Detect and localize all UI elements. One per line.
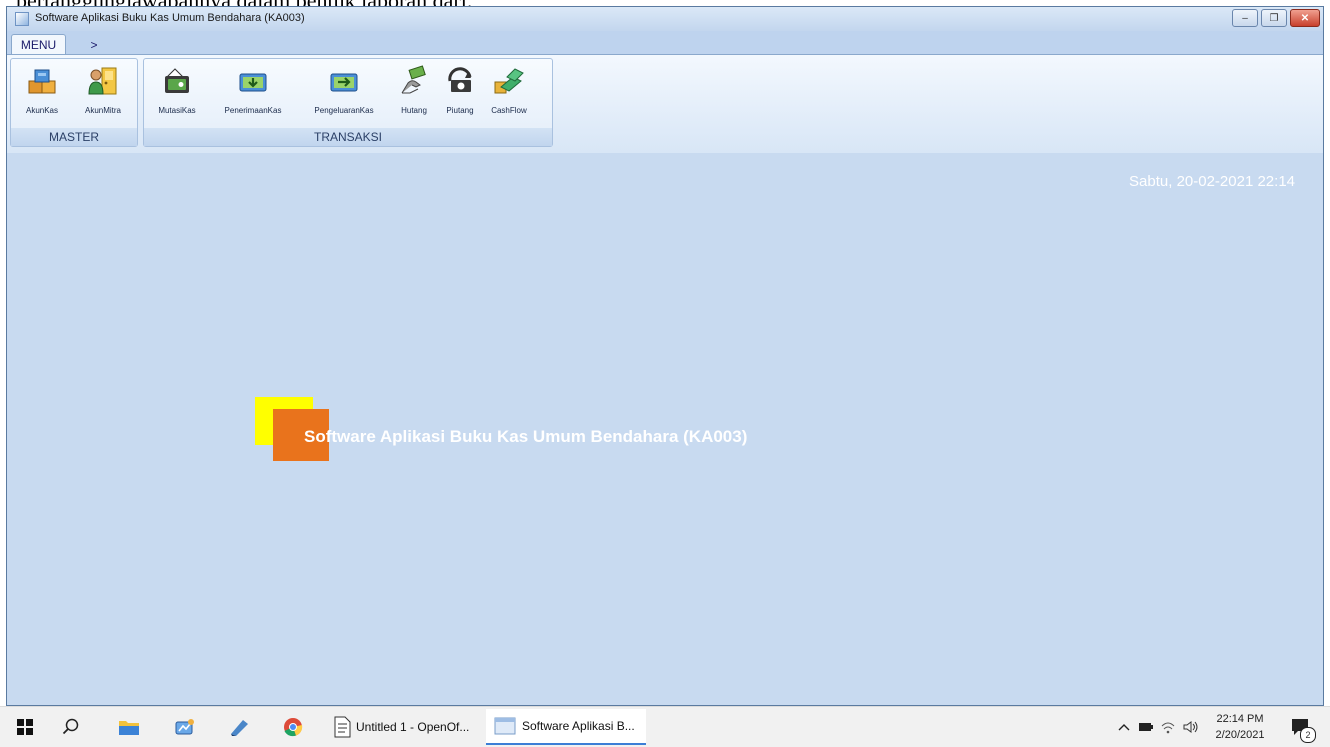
ribbon-group-label-master: MASTER xyxy=(11,128,137,146)
tab-more[interactable]: > xyxy=(79,34,109,55)
taskbar-app-openoffice[interactable]: Untitled 1 - OpenOf... xyxy=(330,709,480,745)
notification-center-button[interactable]: 2 xyxy=(1286,707,1316,747)
windows-logo-icon xyxy=(17,719,33,735)
ribbon-group-master: AkunKas AkunMitra MASTER xyxy=(10,58,138,147)
taskbar-app-buku-kas[interactable]: Software Aplikasi B... xyxy=(486,709,646,745)
folder-icon xyxy=(119,721,139,735)
start-button[interactable] xyxy=(8,707,42,747)
app-icon xyxy=(15,12,29,26)
taskbar-chrome[interactable] xyxy=(276,707,310,747)
wallet-icon xyxy=(165,68,189,93)
pengeluarankas-button[interactable]: PengeluaranKas xyxy=(299,63,389,127)
pengeluarankas-label: PengeluaranKas xyxy=(314,106,374,115)
taskbar-file-explorer[interactable] xyxy=(112,707,146,747)
search-icon xyxy=(62,718,79,735)
app-window: Software Aplikasi Buku Kas Umum Bendahar… xyxy=(6,6,1324,706)
akunkas-label: AkunKas xyxy=(25,106,59,115)
akunkas-button[interactable]: AkunKas xyxy=(14,63,70,127)
chevron-up-icon xyxy=(1118,724,1130,731)
taskbar-app-label: Software Aplikasi B... xyxy=(522,719,635,733)
tray-date: 2/20/2021 xyxy=(1215,729,1265,741)
app-name-banner: Software Aplikasi Buku Kas Umum Bendahar… xyxy=(304,427,748,446)
cash-in-icon xyxy=(239,73,267,92)
akunmitra-label: AkunMitra xyxy=(84,106,121,115)
menu-tab-row: MENU > xyxy=(7,31,1323,55)
person-door-icon xyxy=(88,67,117,95)
datetime-display: Sabtu, 20-02-2021 22:14 xyxy=(1129,173,1295,190)
minimize-button[interactable]: – xyxy=(1232,9,1258,27)
taskbar-app-label: Untitled 1 - OpenOf... xyxy=(356,720,470,734)
cash-out-icon xyxy=(330,73,358,92)
control-panel-icon xyxy=(175,719,194,735)
chrome-icon xyxy=(284,718,303,737)
taskbar-notepad[interactable] xyxy=(222,707,256,747)
hutang-label: Hutang xyxy=(401,106,427,115)
notepad-icon xyxy=(231,720,248,736)
akunmitra-button[interactable]: AkunMitra xyxy=(73,63,133,127)
taskbar: Untitled 1 - OpenOf... Software Aplikasi… xyxy=(0,706,1330,747)
hutang-button[interactable]: Hutang xyxy=(392,63,436,127)
hand-money-icon xyxy=(401,65,426,94)
tray-time: 22:14 PM xyxy=(1216,713,1264,725)
piutang-label: Piutang xyxy=(446,106,474,115)
mutasikas-label: MutasiKas xyxy=(158,106,196,115)
ribbon-group-label-transaksi: TRANSAKSI xyxy=(144,128,552,146)
speaker-icon xyxy=(1183,721,1198,733)
cashflow-label: CashFlow xyxy=(491,106,527,115)
tray-chevron[interactable] xyxy=(1118,707,1130,747)
mutasikas-button[interactable]: MutasiKas xyxy=(147,63,207,127)
battery-icon xyxy=(1139,723,1153,731)
cashflow-icon xyxy=(494,68,524,94)
penerimaankas-button[interactable]: PenerimaanKas xyxy=(210,63,296,127)
cashflow-button[interactable]: CashFlow xyxy=(484,63,534,127)
notification-count-badge: 2 xyxy=(1300,727,1316,743)
tab-menu[interactable]: MENU xyxy=(11,34,66,55)
ribbon: AkunKas AkunMitra MASTER MutasiKas Pener… xyxy=(7,54,1323,154)
boxes-icon xyxy=(28,69,56,94)
penerimaankas-label: PenerimaanKas xyxy=(224,106,282,115)
tray-volume[interactable] xyxy=(1182,707,1200,747)
ribbon-group-transaksi: MutasiKas PenerimaanKas PengeluaranKas H… xyxy=(143,58,553,147)
tray-wifi[interactable] xyxy=(1160,707,1176,747)
app-window-icon xyxy=(494,717,516,735)
close-button[interactable]: ✕ xyxy=(1290,9,1320,27)
search-button[interactable] xyxy=(54,707,88,747)
openoffice-doc-icon xyxy=(334,716,351,738)
piutang-button[interactable]: Piutang xyxy=(438,63,482,127)
window-title: Software Aplikasi Buku Kas Umum Bendahar… xyxy=(35,12,305,24)
taskbar-control-panel[interactable] xyxy=(168,707,202,747)
title-bar: Software Aplikasi Buku Kas Umum Bendahar… xyxy=(7,7,1323,31)
wifi-icon xyxy=(1161,722,1175,734)
restore-button[interactable]: ❐ xyxy=(1261,9,1287,27)
tray-clock[interactable]: 22:14 PM 2/20/2021 xyxy=(1208,711,1272,743)
tray-battery[interactable] xyxy=(1138,707,1154,747)
money-return-icon xyxy=(448,67,472,92)
